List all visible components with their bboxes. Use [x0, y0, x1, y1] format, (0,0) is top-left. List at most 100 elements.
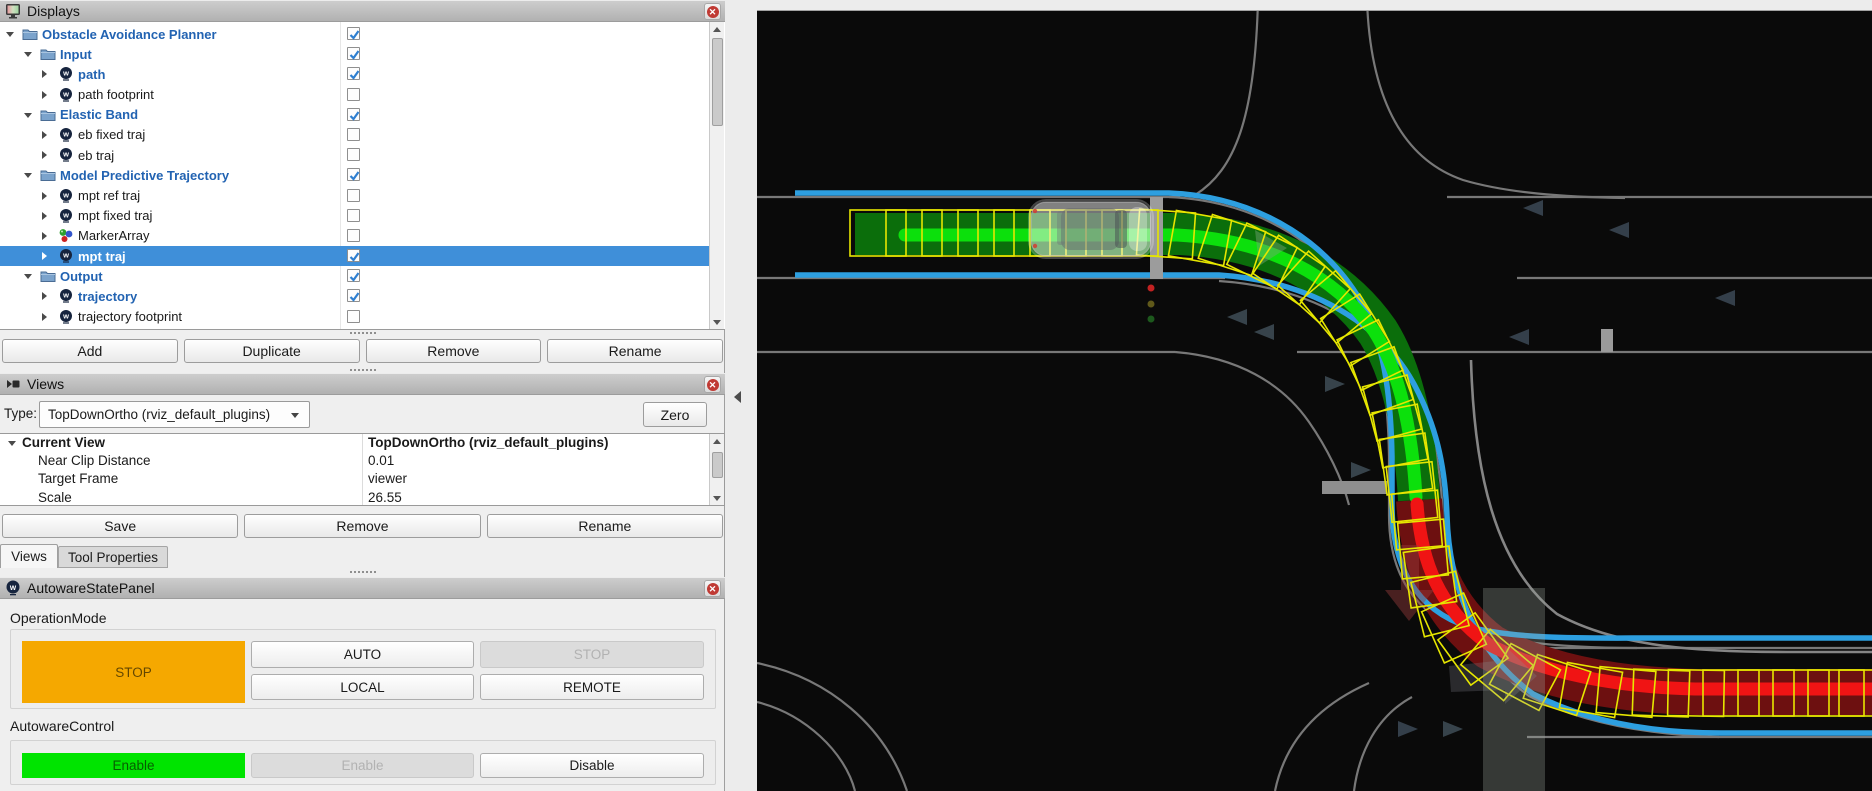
splitter-handle[interactable]: [350, 571, 376, 573]
scroll-down-icon[interactable]: [710, 315, 724, 329]
property-row-current-view[interactable]: Current ViewTopDownOrtho (rviz_default_p…: [0, 434, 724, 452]
display-tree: Obstacle Avoidance Planner Input wpathwpat…: [0, 24, 710, 327]
add-button[interactable]: Add: [2, 339, 178, 363]
property-value[interactable]: viewer: [368, 471, 407, 486]
property-value[interactable]: 0.01: [368, 453, 394, 468]
zero-button[interactable]: Zero: [643, 402, 707, 427]
visibility-checkbox[interactable]: [347, 249, 360, 262]
tree-item-output[interactable]: Output: [0, 266, 710, 286]
folder-icon: [40, 46, 56, 62]
views-close-button[interactable]: ✕: [704, 376, 721, 393]
property-name: Target Frame: [38, 471, 118, 486]
tree-item-obstacle-avoidance-planner[interactable]: Obstacle Avoidance Planner: [0, 24, 710, 44]
collapse-arrow-icon[interactable]: [24, 173, 32, 178]
expand-arrow-icon[interactable]: [42, 192, 47, 200]
tree-item-trajectory-footprint[interactable]: wtrajectory footprint: [0, 307, 710, 327]
properties-scrollbar[interactable]: [709, 434, 724, 505]
view-type-dropdown[interactable]: TopDownOrtho (rviz_default_plugins): [39, 401, 310, 428]
expand-arrow-icon[interactable]: [42, 232, 47, 240]
expand-arrow-icon[interactable]: [42, 70, 47, 78]
tree-item-markerarray[interactable]: MarkerArray: [0, 226, 710, 246]
tree-item-path[interactable]: wpath: [0, 64, 710, 84]
collapse-arrow-icon[interactable]: [24, 274, 32, 279]
tree-item-mpt-ref-traj[interactable]: wmpt ref traj: [0, 186, 710, 206]
expand-arrow-icon[interactable]: [42, 252, 47, 260]
tree-item-trajectory[interactable]: wtrajectory: [0, 286, 710, 306]
collapse-arrow-icon[interactable]: [24, 52, 32, 57]
scroll-up-icon[interactable]: [710, 434, 724, 448]
visibility-checkbox[interactable]: [347, 289, 360, 302]
operation-mode-status: STOP: [22, 641, 245, 703]
visibility-checkbox[interactable]: [347, 189, 360, 202]
stop-line-stub: [1601, 329, 1613, 352]
expand-arrow-icon[interactable]: [42, 151, 47, 159]
visibility-checkbox[interactable]: [347, 229, 360, 242]
expand-arrow-icon[interactable]: [42, 292, 47, 300]
visibility-checkbox[interactable]: [347, 310, 360, 323]
property-row-scale[interactable]: Scale26.55: [0, 489, 724, 506]
property-row-near-clip-distance[interactable]: Near Clip Distance0.01: [0, 452, 724, 470]
tree-item-label: eb traj: [78, 148, 114, 163]
tree-item-input[interactable]: Input: [0, 44, 710, 64]
remove-button[interactable]: Remove: [244, 514, 480, 538]
auto-button[interactable]: AUTO: [251, 641, 474, 668]
autoware-icon: w: [58, 147, 74, 163]
render-view-3d[interactable]: [757, 0, 1872, 791]
property-value[interactable]: 26.55: [368, 490, 402, 505]
displays-tree-scrollbar[interactable]: [709, 22, 724, 329]
state-panel-close-button[interactable]: ✕: [704, 580, 721, 597]
visibility-checkbox[interactable]: [347, 269, 360, 282]
property-value[interactable]: TopDownOrtho (rviz_default_plugins): [368, 435, 609, 450]
tree-item-mpt-fixed-traj[interactable]: wmpt fixed traj: [0, 206, 710, 226]
visibility-checkbox[interactable]: [347, 47, 360, 60]
folder-icon: [40, 107, 56, 123]
splitter-handle[interactable]: [350, 332, 376, 334]
tab-views[interactable]: Views: [0, 544, 58, 568]
autoware-state-panel-titlebar[interactable]: w AutowareStatePanel ✕: [0, 577, 725, 599]
tree-item-eb-fixed-traj[interactable]: web fixed traj: [0, 125, 710, 145]
collapse-arrow-icon[interactable]: [8, 441, 16, 446]
expand-arrow-icon[interactable]: [42, 131, 47, 139]
rename-button[interactable]: Rename: [547, 339, 723, 363]
tree-item-path-footprint[interactable]: wpath footprint: [0, 85, 710, 105]
remove-button[interactable]: Remove: [366, 339, 542, 363]
duplicate-button[interactable]: Duplicate: [184, 339, 360, 363]
tab-tool-properties[interactable]: Tool Properties: [58, 546, 168, 568]
visibility-checkbox[interactable]: [347, 209, 360, 222]
visibility-checkbox[interactable]: [347, 88, 360, 101]
tree-item-eb-traj[interactable]: w eb traj: [0, 145, 710, 165]
scrollbar-thumb[interactable]: [712, 38, 723, 126]
disable-button[interactable]: Disable: [480, 753, 704, 778]
views-panel-titlebar[interactable]: Views ✕: [0, 373, 725, 395]
save-button[interactable]: Save: [2, 514, 238, 538]
displays-close-button[interactable]: ✕: [704, 3, 721, 20]
visibility-checkbox[interactable]: [347, 148, 360, 161]
collapse-arrow-icon[interactable]: [6, 32, 14, 37]
expand-arrow-icon[interactable]: [42, 91, 47, 99]
stop-button: STOP: [480, 641, 704, 668]
collapse-arrow-icon[interactable]: [24, 113, 32, 118]
scroll-down-icon[interactable]: [710, 491, 724, 505]
svg-text:w: w: [9, 583, 17, 592]
tree-item-elastic-band[interactable]: Elastic Band: [0, 105, 710, 125]
visibility-checkbox[interactable]: [347, 27, 360, 40]
rename-button[interactable]: Rename: [487, 514, 723, 538]
panel-splitter[interactable]: [725, 0, 757, 791]
scrollbar-thumb[interactable]: [712, 452, 723, 478]
visibility-checkbox[interactable]: [347, 67, 360, 80]
tree-item-mpt-traj[interactable]: wmpt traj: [0, 246, 710, 266]
visibility-checkbox[interactable]: [347, 108, 360, 121]
tree-item-label: Input: [60, 47, 92, 62]
property-row-target-frame[interactable]: Target Frame viewer: [0, 470, 724, 488]
collapse-panel-icon[interactable]: [734, 391, 741, 403]
scroll-up-icon[interactable]: [710, 22, 724, 36]
visibility-checkbox[interactable]: [347, 128, 360, 141]
tree-item-model-predictive-trajectory[interactable]: Model Predictive Trajectory: [0, 165, 710, 185]
expand-arrow-icon[interactable]: [42, 212, 47, 220]
expand-arrow-icon[interactable]: [42, 313, 47, 321]
remote-button[interactable]: REMOTE: [480, 674, 704, 700]
displays-panel-titlebar[interactable]: Displays ✕: [0, 0, 725, 22]
splitter-handle[interactable]: [350, 369, 376, 371]
local-button[interactable]: LOCAL: [251, 674, 474, 700]
visibility-checkbox[interactable]: [347, 168, 360, 181]
